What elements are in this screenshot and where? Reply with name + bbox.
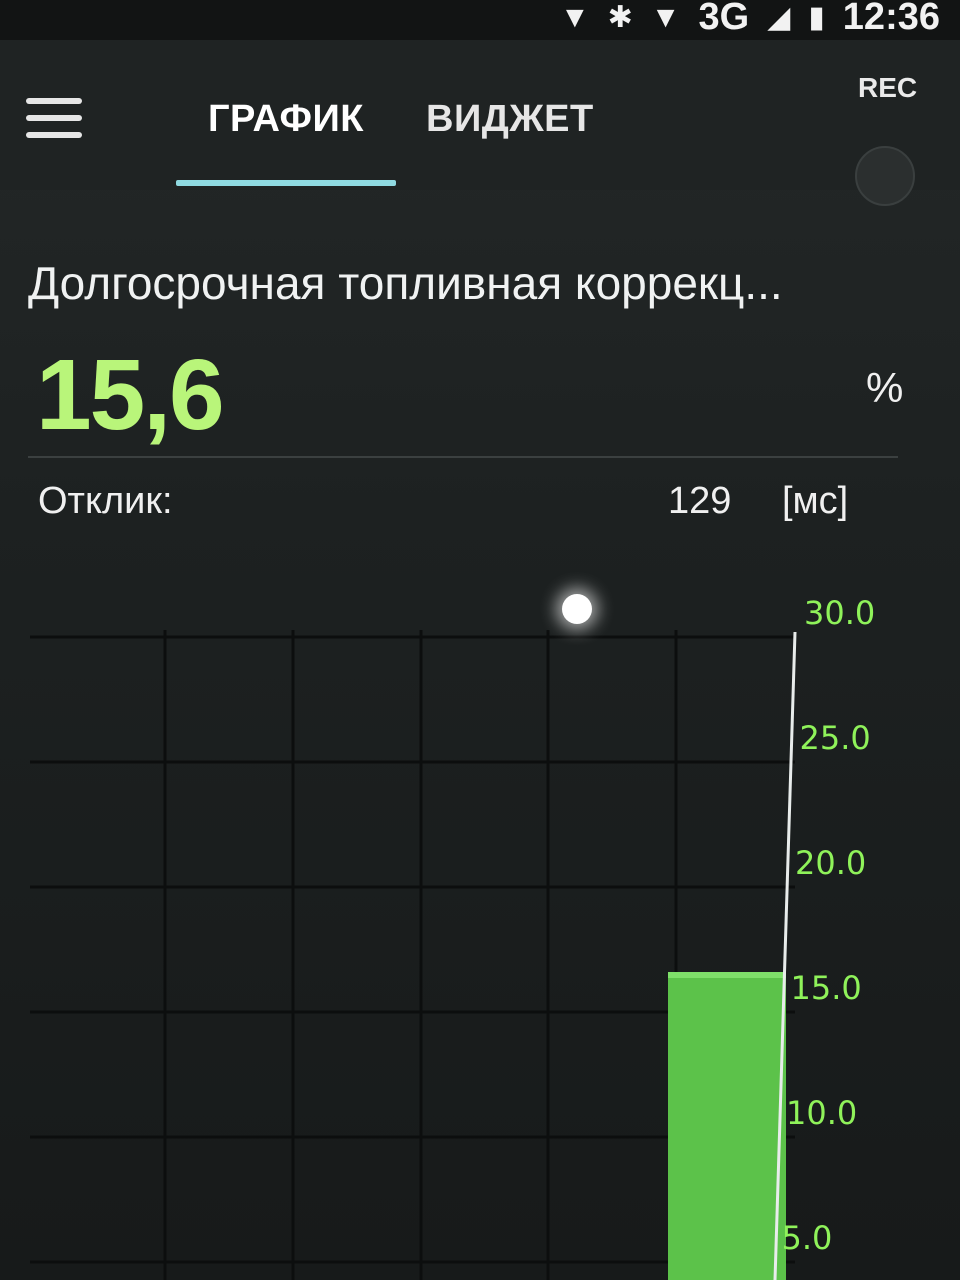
location-icon: ▼ xyxy=(559,0,590,34)
response-value: 129 xyxy=(668,480,732,522)
status-time: 12:36 xyxy=(842,0,940,38)
y-tick-label: 10.0 xyxy=(786,1094,857,1132)
parameter-name: Долгосрочная топливная коррекц... xyxy=(28,257,783,309)
y-tick-labels: 30.0 25.0 20.0 15.0 10.0 5.0 xyxy=(782,594,876,1257)
tab-graph[interactable]: ГРАФИК xyxy=(208,98,364,141)
record-button[interactable] xyxy=(855,146,915,206)
parameter-value: 15,6 xyxy=(36,339,225,451)
response-unit: [мс] xyxy=(782,480,849,522)
battery-icon: ▮ xyxy=(808,1,825,34)
y-tick-label: 15.0 xyxy=(791,969,862,1007)
chart-bars xyxy=(668,972,786,1280)
parameter-unit: % xyxy=(866,364,904,411)
y-tick-label: 30.0 xyxy=(804,594,875,632)
app-bar: ГРАФИК ВИДЖЕТ REC xyxy=(0,40,960,206)
status-icons: ▼ ✱ ▼ 3G ◢ ▮ 12:36 xyxy=(560,0,940,39)
signal-icon: ◢ xyxy=(767,1,791,34)
active-tab-indicator xyxy=(176,180,396,186)
response-label: Отклик: xyxy=(38,480,173,522)
bar-chart: 30.0 25.0 20.0 15.0 10.0 5.0 xyxy=(30,594,876,1280)
screen-glare xyxy=(562,594,592,624)
y-tick-label: 20.0 xyxy=(795,844,866,882)
chart-bar xyxy=(668,972,786,1280)
rec-label: REC xyxy=(858,72,918,103)
bluetooth-icon: ✱ xyxy=(607,1,633,34)
screen: ▼ ✱ ▼ 3G ◢ ▮ 12:36 ГРАФИК ВИДЖЕТ REC Дол… xyxy=(0,0,960,1280)
network-type: 3G xyxy=(698,0,750,38)
status-bar: ▼ ✱ ▼ 3G ◢ ▮ 12:36 xyxy=(0,0,960,40)
wifi-icon: ▼ xyxy=(650,0,681,34)
y-tick-label: 5.0 xyxy=(782,1219,833,1257)
hamburger-menu-icon[interactable] xyxy=(26,98,82,138)
divider xyxy=(28,456,898,458)
chart-bar-top xyxy=(668,972,786,978)
tab-widget[interactable]: ВИДЖЕТ xyxy=(426,98,594,141)
y-tick-label: 25.0 xyxy=(800,719,871,757)
